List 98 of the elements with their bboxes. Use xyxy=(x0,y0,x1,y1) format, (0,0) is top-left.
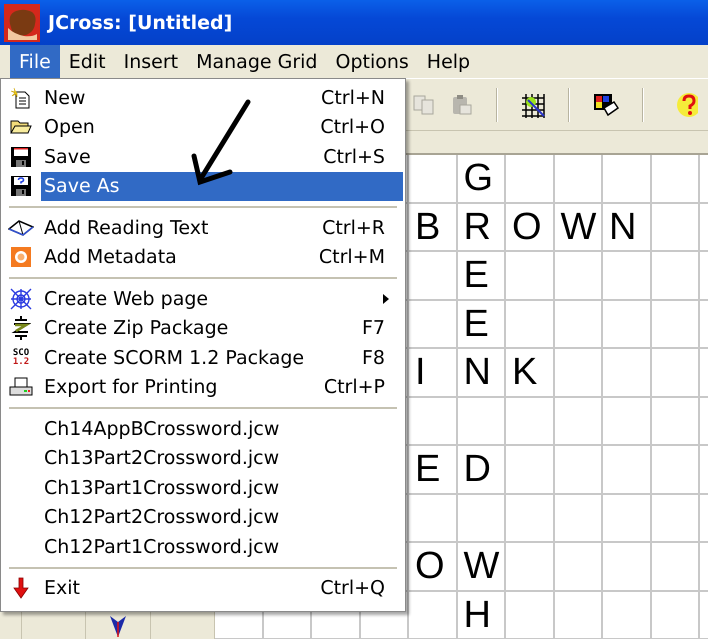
grid-cell[interactable] xyxy=(506,494,554,543)
grid-cell[interactable]: E xyxy=(458,252,506,300)
grid-cell[interactable] xyxy=(554,300,603,349)
grid-cell[interactable]: H xyxy=(458,592,506,639)
grid-cell[interactable] xyxy=(603,300,652,349)
grid-cell[interactable]: W xyxy=(554,204,603,252)
grid-cell[interactable] xyxy=(652,398,700,446)
grid-cell[interactable] xyxy=(652,252,700,300)
grid-cell[interactable]: O xyxy=(506,204,554,252)
web-icon xyxy=(10,288,32,310)
grid-cell[interactable]: N xyxy=(603,204,652,252)
grid-cell[interactable] xyxy=(458,398,506,446)
grid-cell[interactable] xyxy=(652,543,700,592)
grid-cell[interactable] xyxy=(652,155,700,204)
menu-option[interactable]: SCO 1.2 Create SCORM 1.2 Package F8 xyxy=(1,343,405,372)
grid-cell[interactable]: O xyxy=(409,543,458,592)
grid-cell[interactable] xyxy=(603,155,652,204)
grid-cell[interactable] xyxy=(554,494,603,543)
menu-option[interactable]: Save Ctrl+S xyxy=(1,142,405,172)
grid-cell[interactable]: E xyxy=(458,300,506,349)
grid-cell[interactable] xyxy=(554,252,603,300)
grid-cell[interactable] xyxy=(409,592,458,639)
grid-cell[interactable] xyxy=(506,300,554,349)
menu-option[interactable]: Create Zip Package F7 xyxy=(1,314,405,343)
menu-option[interactable]: Ch12Part2Crossword.jcw xyxy=(1,502,405,532)
folder-icon xyxy=(10,118,32,136)
menu-option[interactable]: Open Ctrl+O xyxy=(1,112,405,142)
down-arrow-icon xyxy=(13,577,29,600)
menu-option[interactable]: Add Reading Text Ctrl+R xyxy=(1,213,405,242)
grid-cell[interactable] xyxy=(409,398,458,446)
grid-cell[interactable] xyxy=(603,349,652,398)
grid-cell[interactable] xyxy=(652,204,700,252)
menu-option[interactable]: Ch13Part1Crossword.jcw xyxy=(1,473,405,502)
grid-cell[interactable] xyxy=(652,494,700,543)
grid-cell[interactable] xyxy=(652,300,700,349)
grid-cell[interactable] xyxy=(409,252,458,300)
grid-cell[interactable] xyxy=(554,349,603,398)
help-icon[interactable] xyxy=(676,92,698,118)
paste-icon[interactable] xyxy=(450,92,474,116)
grid-cell[interactable] xyxy=(506,592,554,639)
grid-cell[interactable]: G xyxy=(458,155,506,204)
grid-cell[interactable] xyxy=(554,592,603,639)
scorm-icon: SCO 1.2 xyxy=(12,348,30,367)
menu-item[interactable]: Insert xyxy=(114,45,188,78)
menu-item[interactable]: File xyxy=(10,45,60,78)
menu-option[interactable]: Create Web page xyxy=(1,284,405,314)
menu-option[interactable]: Exit Ctrl+Q xyxy=(1,574,405,603)
grid-cell[interactable] xyxy=(409,155,458,204)
grid-cell[interactable] xyxy=(506,155,554,204)
grid-cell[interactable]: K xyxy=(506,349,554,398)
menu-option[interactable]: Ch14AppBCrossword.jcw xyxy=(1,414,405,444)
grid-cell[interactable] xyxy=(603,446,652,494)
grid-cell[interactable] xyxy=(506,398,554,446)
grid-cell[interactable] xyxy=(458,494,506,543)
palette-icon[interactable] xyxy=(592,92,620,118)
printer-icon xyxy=(9,377,33,398)
grid-cell[interactable] xyxy=(603,252,652,300)
window-title: JCross: [Untitled] xyxy=(48,12,232,34)
grid-cell[interactable] xyxy=(603,398,652,446)
grid-cell[interactable]: E xyxy=(409,446,458,494)
grid-cell[interactable] xyxy=(554,398,603,446)
grid-cell[interactable] xyxy=(652,592,700,639)
grid-cell[interactable] xyxy=(409,300,458,349)
hand-icon xyxy=(4,4,40,42)
menu-item[interactable]: Manage Grid xyxy=(187,45,326,78)
grid-cell[interactable]: B xyxy=(409,204,458,252)
grid-cell[interactable]: I xyxy=(409,349,458,398)
grid-cell[interactable]: W xyxy=(458,543,506,592)
grid-cell[interactable] xyxy=(603,592,652,639)
grid-cell[interactable] xyxy=(603,494,652,543)
menu-item[interactable]: Edit xyxy=(60,45,115,78)
menu-item[interactable]: Help xyxy=(418,45,480,78)
grid-cell[interactable] xyxy=(506,252,554,300)
menu-option[interactable]: Export for Printing Ctrl+P xyxy=(1,372,405,402)
new-page-icon xyxy=(10,86,32,109)
grid-cell[interactable] xyxy=(554,446,603,494)
copy-icon[interactable] xyxy=(412,92,436,116)
grid-cell[interactable] xyxy=(554,543,603,592)
grid-cell[interactable] xyxy=(652,349,700,398)
grid-cell[interactable]: N xyxy=(458,349,506,398)
grid-cell[interactable] xyxy=(603,543,652,592)
grid-cell[interactable] xyxy=(652,446,700,494)
grid-icon[interactable] xyxy=(520,92,546,118)
down-arrow-icon[interactable] xyxy=(108,614,127,638)
grid-cell[interactable] xyxy=(506,446,554,494)
grid-cell[interactable] xyxy=(554,155,603,204)
zip-icon xyxy=(11,316,31,340)
grid-cell[interactable] xyxy=(506,543,554,592)
grid-cell[interactable]: R xyxy=(458,204,506,252)
grid-cell[interactable] xyxy=(409,494,458,543)
menu-option[interactable]: Add Metadata Ctrl+M xyxy=(1,242,405,272)
book-icon xyxy=(8,218,34,237)
menu-option[interactable]: New Ctrl+N xyxy=(1,83,405,112)
menu-item[interactable]: Options xyxy=(326,45,418,78)
grid-cell[interactable]: D xyxy=(458,446,506,494)
menu-option[interactable]: Ch13Part2Crossword.jcw xyxy=(1,444,405,473)
metadata-icon xyxy=(10,246,32,268)
menu-option[interactable]: Ch12Part1Crossword.jcw xyxy=(1,532,405,562)
